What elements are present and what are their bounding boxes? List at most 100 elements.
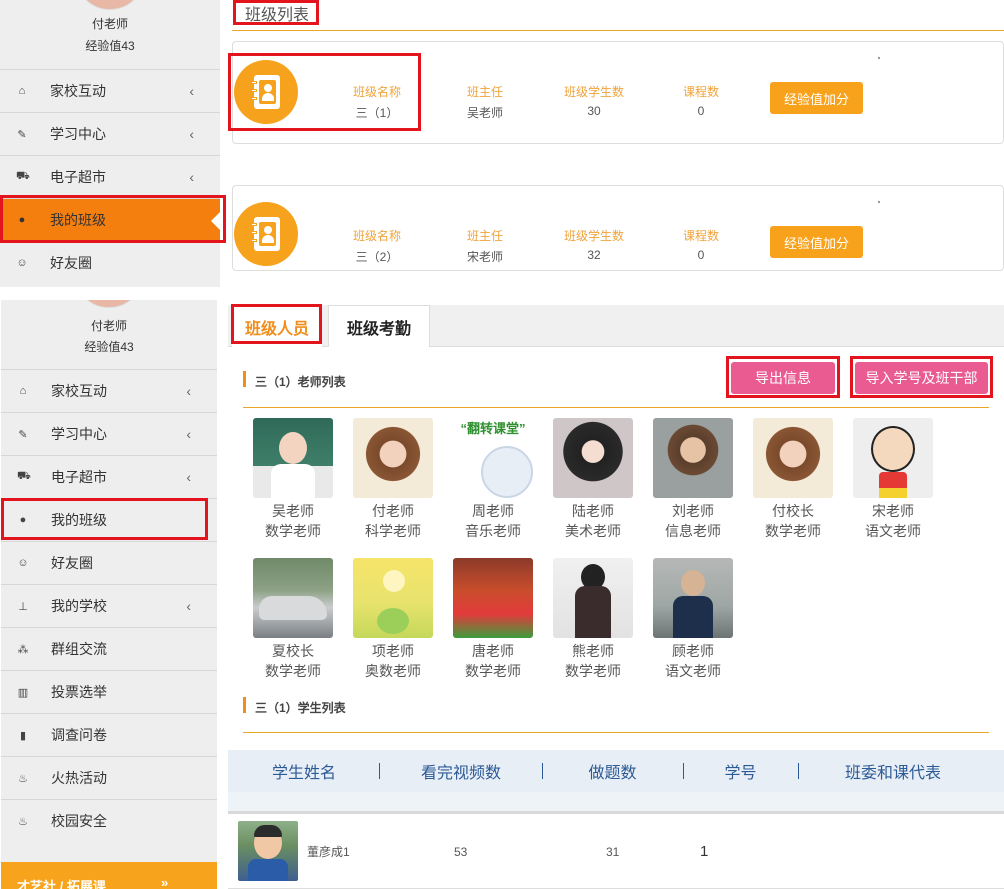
student-name: 董彦成1: [307, 845, 350, 859]
class-card[interactable]: 班级名称 三（2） 班主任 宋老师 班级学生数 32 课程数 0 经验值加分: [232, 185, 1004, 271]
sidebar-item-file[interactable]: ▮ 调查问卷: [1, 713, 217, 756]
teacher-card[interactable]: 夏校长 数学老师: [253, 558, 333, 681]
teacher-role: 音乐老师: [465, 523, 521, 539]
teacher-photo: [753, 418, 833, 498]
column-header-questions[interactable]: 做题数: [542, 750, 683, 792]
bar-chart-icon: ▥: [17, 686, 29, 699]
teacher-card[interactable]: 付老师 科学老师: [353, 418, 433, 541]
student-divider: [243, 732, 989, 733]
sidebar-item-label: 群组交流: [51, 641, 107, 657]
teacher-photo: “翻转课堂”: [453, 418, 533, 498]
column-header-name[interactable]: 学生姓名: [228, 750, 380, 792]
sidebar-item-label: 调查问卷: [51, 727, 107, 743]
chevron-left-icon: ‹: [189, 83, 194, 99]
tab-class-attendance[interactable]: 班级考勤: [328, 305, 430, 347]
sidebar-item-group[interactable]: ⁂ 群组交流: [1, 627, 217, 670]
sidebar-item-cart[interactable]: ⛟ 电子超市 ‹: [0, 155, 220, 198]
sidebar-item-label: 好友圈: [51, 555, 93, 571]
chevron-left-icon: ‹: [186, 469, 191, 485]
student-id: 1: [700, 843, 709, 860]
teacher-card[interactable]: 项老师 奥数老师: [353, 558, 433, 681]
avatar[interactable]: [75, 0, 145, 10]
sidebar-item-label: 火热活动: [51, 770, 107, 786]
sidebar-item-fire[interactable]: ♨ 火热活动: [1, 756, 217, 799]
title-divider: [232, 30, 1004, 31]
teacher-divider: [243, 407, 989, 408]
teacher-card[interactable]: 吴老师 数学老师: [253, 418, 333, 541]
double-chevron-right-icon: »: [161, 875, 169, 889]
add-exp-button[interactable]: 经验值加分: [770, 82, 863, 114]
teacher-card[interactable]: 唐老师 数学老师: [453, 558, 533, 681]
sidebar-item-label: 电子超市: [50, 169, 106, 185]
highlight-box: [233, 0, 319, 25]
teacher-list-title: 三（1）老师列表: [243, 371, 346, 390]
sidebar-item-label: 投票选举: [51, 684, 107, 700]
sidebar-item-shield[interactable]: ♨ 校园安全: [1, 799, 217, 842]
sidebar-item-home[interactable]: ⌂ 家校互动 ‹: [0, 69, 220, 112]
column-header-committee[interactable]: 班委和课代表: [798, 750, 988, 792]
chevron-left-icon: ‹: [186, 383, 191, 399]
group-icon: ⁂: [17, 643, 29, 656]
file-icon: ▮: [19, 729, 27, 742]
talent-course-banner[interactable]: 才艺社 / 拓展课 »: [1, 862, 217, 889]
teacher-photo: [353, 418, 433, 498]
teacher-card[interactable]: 陆老师 美术老师: [553, 418, 633, 541]
highlight-box: [850, 356, 993, 398]
teacher-name: 付校长: [772, 503, 814, 519]
course-count-value: 0: [697, 248, 705, 262]
smile-icon: ☺: [17, 557, 29, 569]
sidebar-top: 付老师 经验值43 ⌂ 家校互动 ‹ ✎ 学习中心 ‹ ⛟ 电子超市 ‹ ● 我的班级 ☺ 好友圈: [0, 0, 220, 287]
sidebar-item-edit[interactable]: ✎ 学习中心 ‹: [0, 112, 220, 155]
sidebar-item-cart[interactable]: ⛟ 电子超市 ‹: [1, 455, 217, 498]
sidebar-item-smile[interactable]: ☺ 好友圈: [0, 241, 220, 284]
sidebar-item-edit[interactable]: ✎ 学习中心 ‹: [1, 412, 217, 455]
home-icon: ⌂: [19, 385, 27, 397]
class-name-value: 三（2）: [355, 250, 399, 264]
sidebar-item-label: 电子超市: [51, 469, 107, 485]
head-teacher-label: 班主任: [466, 229, 503, 243]
sidebar-item-sitemap[interactable]: ⊥ 我的学校 ‹: [1, 584, 217, 627]
column-header-videos[interactable]: 看完视频数: [380, 750, 542, 792]
student-videos: 53: [454, 844, 468, 859]
teacher-role: 美术老师: [565, 523, 621, 539]
teacher-name: 熊老师: [572, 643, 614, 659]
dot: [878, 57, 880, 59]
chevron-left-icon: ‹: [189, 169, 194, 185]
edit-icon: ✎: [17, 128, 27, 141]
teacher-role: 数学老师: [565, 663, 621, 679]
teacher-photo: [253, 558, 333, 638]
course-count-value: 0: [697, 104, 705, 118]
sidebar-item-label: 学习中心: [51, 426, 107, 442]
teacher-name: 夏校长: [272, 643, 314, 659]
sidebar-item-home[interactable]: ⌂ 家校互动 ‹: [1, 369, 217, 412]
teacher-photo: [353, 558, 433, 638]
column-header-student-id[interactable]: 学号: [683, 750, 798, 792]
table-row[interactable]: 董彦成1 53 31 1: [228, 814, 1004, 889]
table-spacer: [228, 792, 1004, 814]
add-exp-button[interactable]: 经验值加分: [770, 226, 863, 258]
teacher-photo: [853, 418, 933, 498]
teacher-role: 科学老师: [365, 523, 421, 539]
cart-icon: ⛟: [17, 470, 31, 482]
highlight-box: [231, 304, 322, 344]
avatar[interactable]: [74, 300, 144, 308]
head-teacher: 班主任 宋老师: [445, 227, 525, 265]
teacher-card[interactable]: 熊老师 数学老师: [553, 558, 633, 681]
smile-icon: ☺: [16, 257, 28, 269]
head-teacher-value: 宋老师: [466, 250, 503, 264]
chevron-left-icon: ‹: [186, 598, 191, 614]
student-count-label: 班级学生数: [563, 85, 624, 99]
fire-icon: ♨: [18, 772, 28, 785]
teacher-card[interactable]: 宋老师 语文老师: [853, 418, 933, 541]
highlight-box: [228, 53, 421, 131]
highlight-box: [0, 195, 226, 243]
profile-exp: 经验值43: [85, 39, 135, 53]
sidebar-item-smile[interactable]: ☺ 好友圈: [1, 541, 217, 584]
student-list-title: 三（1）学生列表: [243, 697, 346, 716]
teacher-card[interactable]: 刘老师 信息老师: [653, 418, 733, 541]
teacher-card[interactable]: “翻转课堂” 周老师 音乐老师: [453, 418, 533, 541]
teacher-card[interactable]: 付校长 数学老师: [753, 418, 833, 541]
student-table-header: 学生姓名 看完视频数 做题数 学号 班委和课代表: [228, 750, 1004, 792]
sidebar-item-bar-chart[interactable]: ▥ 投票选举: [1, 670, 217, 713]
teacher-card[interactable]: 顾老师 语文老师: [653, 558, 733, 681]
